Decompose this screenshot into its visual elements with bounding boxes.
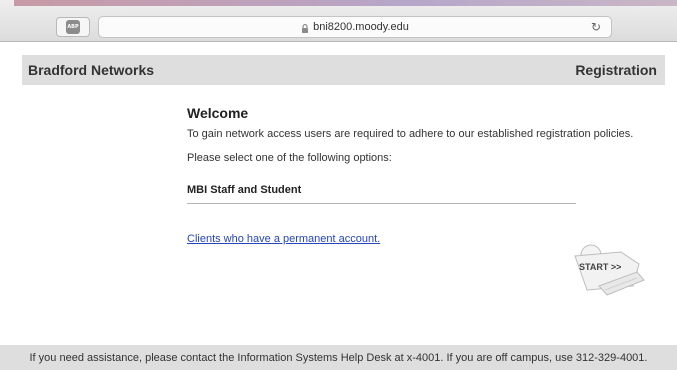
brand-name: Bradford Networks — [28, 62, 155, 78]
window-titlebar — [14, 0, 677, 6]
start-button[interactable]: START >> — [571, 242, 645, 298]
registration-panel: Welcome To gain network access users are… — [187, 105, 647, 247]
prompt-text: Please select one of the following optio… — [187, 152, 392, 164]
url-text: bni8200.moody.edu — [313, 21, 409, 33]
help-footer: If you need assistance, please contact t… — [0, 345, 677, 370]
address-bar[interactable]: bni8200.moody.edu ↻ — [98, 16, 612, 38]
option-staff-student[interactable]: MBI Staff and Student — [187, 184, 576, 204]
reload-icon[interactable]: ↻ — [591, 20, 601, 34]
page-header: Bradford Networks Registration — [22, 55, 665, 85]
start-label: START >> — [579, 262, 622, 272]
lock-icon — [302, 23, 309, 33]
permanent-account-link[interactable]: Clients who have a permanent account. — [187, 233, 380, 245]
help-text: If you need assistance, please contact t… — [29, 351, 648, 364]
welcome-heading: Welcome — [187, 105, 249, 121]
browser-toolbar: ABP bni8200.moody.edu ↻ — [0, 0, 677, 42]
adblock-button[interactable]: ABP — [56, 17, 90, 37]
page-title: Registration — [575, 62, 657, 78]
adblock-icon: ABP — [66, 20, 80, 34]
intro-text: To gain network access users are require… — [187, 128, 634, 140]
